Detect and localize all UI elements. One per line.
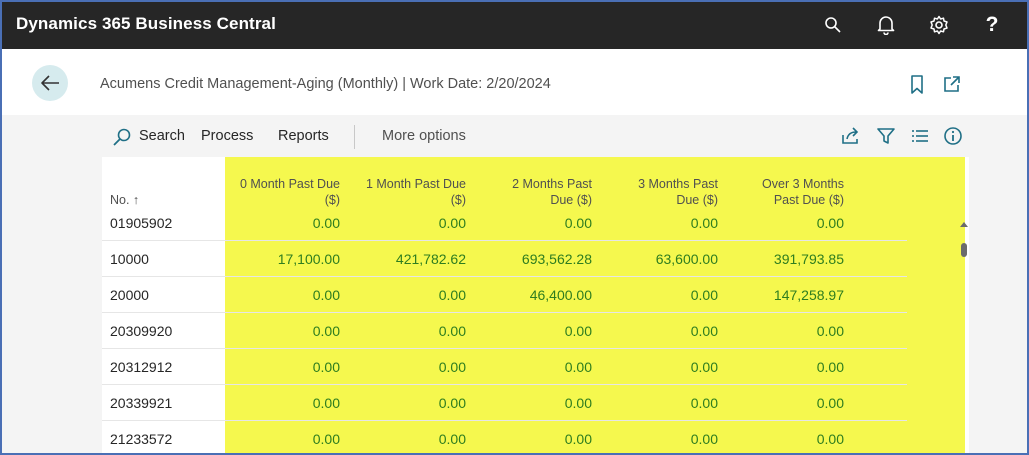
open-new-window-icon[interactable] — [943, 75, 963, 95]
scroll-up-arrow[interactable] — [960, 222, 968, 227]
gear-icon[interactable] — [926, 12, 952, 38]
page-title: Acumens Credit Management-Aging (Monthly… — [100, 76, 551, 92]
more-options-menu[interactable]: More options — [382, 128, 466, 144]
bell-icon[interactable] — [873, 12, 899, 38]
cell-amount[interactable]: 391,793.85 — [734, 251, 844, 267]
cell-amount[interactable]: 0.00 — [230, 395, 340, 411]
share-icon[interactable] — [841, 126, 861, 146]
info-icon[interactable] — [943, 126, 963, 146]
cell-amount[interactable]: 0.00 — [608, 215, 718, 231]
process-menu[interactable]: Process — [201, 128, 253, 144]
cell-amount[interactable]: 0.00 — [230, 215, 340, 231]
help-icon[interactable]: ? — [979, 12, 1005, 38]
cell-amount[interactable]: 46,400.00 — [482, 287, 592, 303]
cell-amount[interactable]: 0.00 — [608, 359, 718, 375]
cell-no[interactable]: 20309920 — [110, 323, 172, 339]
page-header: Acumens Credit Management-Aging (Monthly… — [2, 49, 1027, 115]
cell-no[interactable]: 20339921 — [110, 395, 172, 411]
table-row[interactable]: 20339921 0.00 0.00 0.00 0.00 0.00 — [102, 385, 907, 421]
cell-amount[interactable]: 0.00 — [608, 287, 718, 303]
cell-amount[interactable]: 0.00 — [356, 215, 466, 231]
cell-amount[interactable]: 0.00 — [482, 215, 592, 231]
cell-no[interactable]: 01905902 — [110, 215, 172, 231]
column-header-3-months[interactable]: 3 Months Past Due ($) — [608, 176, 718, 208]
table-row[interactable]: 20312912 0.00 0.00 0.00 0.00 0.00 — [102, 349, 907, 385]
cell-amount[interactable]: 0.00 — [482, 395, 592, 411]
cell-amount[interactable]: 0.00 — [482, 431, 592, 447]
cell-amount[interactable]: 421,782.62 — [356, 251, 466, 267]
cell-amount[interactable]: 0.00 — [482, 359, 592, 375]
cell-no[interactable]: 10000 — [110, 251, 149, 267]
table-row[interactable]: 10000 17,100.00 421,782.62 693,562.28 63… — [102, 241, 907, 277]
cell-amount[interactable]: 0.00 — [356, 323, 466, 339]
table-row[interactable]: 20309920 0.00 0.00 0.00 0.00 0.00 — [102, 313, 907, 349]
cell-no[interactable]: 21233572 — [110, 431, 172, 447]
scrollbar-thumb[interactable] — [961, 243, 967, 257]
cell-amount[interactable]: 0.00 — [230, 431, 340, 447]
column-header-2-months[interactable]: 2 Months Past Due ($) — [482, 176, 592, 208]
top-bar: Dynamics 365 Business Central ? — [2, 2, 1027, 49]
app-window: Dynamics 365 Business Central ? Acumens … — [0, 0, 1029, 455]
cell-amount[interactable]: 147,258.97 — [734, 287, 844, 303]
cell-no[interactable]: 20312912 — [110, 359, 172, 375]
cell-amount[interactable]: 17,100.00 — [230, 251, 340, 267]
reports-menu[interactable]: Reports — [278, 128, 329, 144]
cell-amount[interactable]: 0.00 — [734, 359, 844, 375]
cell-amount[interactable]: 63,600.00 — [608, 251, 718, 267]
list-view-icon[interactable] — [910, 126, 930, 146]
cell-amount[interactable]: 0.00 — [356, 431, 466, 447]
cell-amount[interactable]: 0.00 — [356, 287, 466, 303]
divider — [354, 125, 355, 149]
search-icon[interactable] — [112, 127, 132, 147]
cell-amount[interactable]: 0.00 — [734, 215, 844, 231]
cell-amount[interactable]: 0.00 — [608, 323, 718, 339]
app-title[interactable]: Dynamics 365 Business Central — [16, 14, 276, 34]
column-header-1-month[interactable]: 1 Month Past Due ($) — [356, 176, 466, 208]
cell-amount[interactable]: 693,562.28 — [482, 251, 592, 267]
cell-amount[interactable]: 0.00 — [734, 431, 844, 447]
cell-amount[interactable]: 0.00 — [230, 359, 340, 375]
aging-table: No. ↑ 0 Month Past Due ($) 1 Month Past … — [102, 157, 969, 453]
action-bar: Search Process Reports More options — [102, 115, 969, 157]
cell-amount[interactable]: 0.00 — [608, 431, 718, 447]
content-area: Search Process Reports More options No. … — [2, 115, 1027, 453]
cell-amount[interactable]: 0.00 — [482, 323, 592, 339]
cell-amount[interactable]: 0.00 — [734, 395, 844, 411]
cell-amount[interactable]: 0.00 — [230, 323, 340, 339]
column-header-over-3-months[interactable]: Over 3 Months Past Due ($) — [734, 176, 844, 208]
cell-amount[interactable]: 0.00 — [230, 287, 340, 303]
filter-icon[interactable] — [876, 126, 896, 146]
cell-amount[interactable]: 0.00 — [356, 359, 466, 375]
back-button[interactable] — [32, 65, 68, 101]
table-row[interactable]: 21233572 0.00 0.00 0.00 0.00 0.00 — [102, 421, 907, 453]
table-row[interactable]: 01905902 0.00 0.00 0.00 0.00 0.00 — [102, 205, 907, 241]
cell-amount[interactable]: 0.00 — [734, 323, 844, 339]
cell-no[interactable]: 20000 — [110, 287, 149, 303]
bookmark-icon[interactable] — [910, 75, 930, 95]
search-action[interactable]: Search — [139, 128, 185, 144]
column-header-0-month[interactable]: 0 Month Past Due ($) — [230, 176, 340, 208]
cell-amount[interactable]: 0.00 — [608, 395, 718, 411]
cell-amount[interactable]: 0.00 — [356, 395, 466, 411]
arrow-left-icon — [41, 75, 59, 91]
search-icon[interactable] — [820, 12, 846, 38]
table-row[interactable]: 20000 0.00 0.00 46,400.00 0.00 147,258.9… — [102, 277, 907, 313]
